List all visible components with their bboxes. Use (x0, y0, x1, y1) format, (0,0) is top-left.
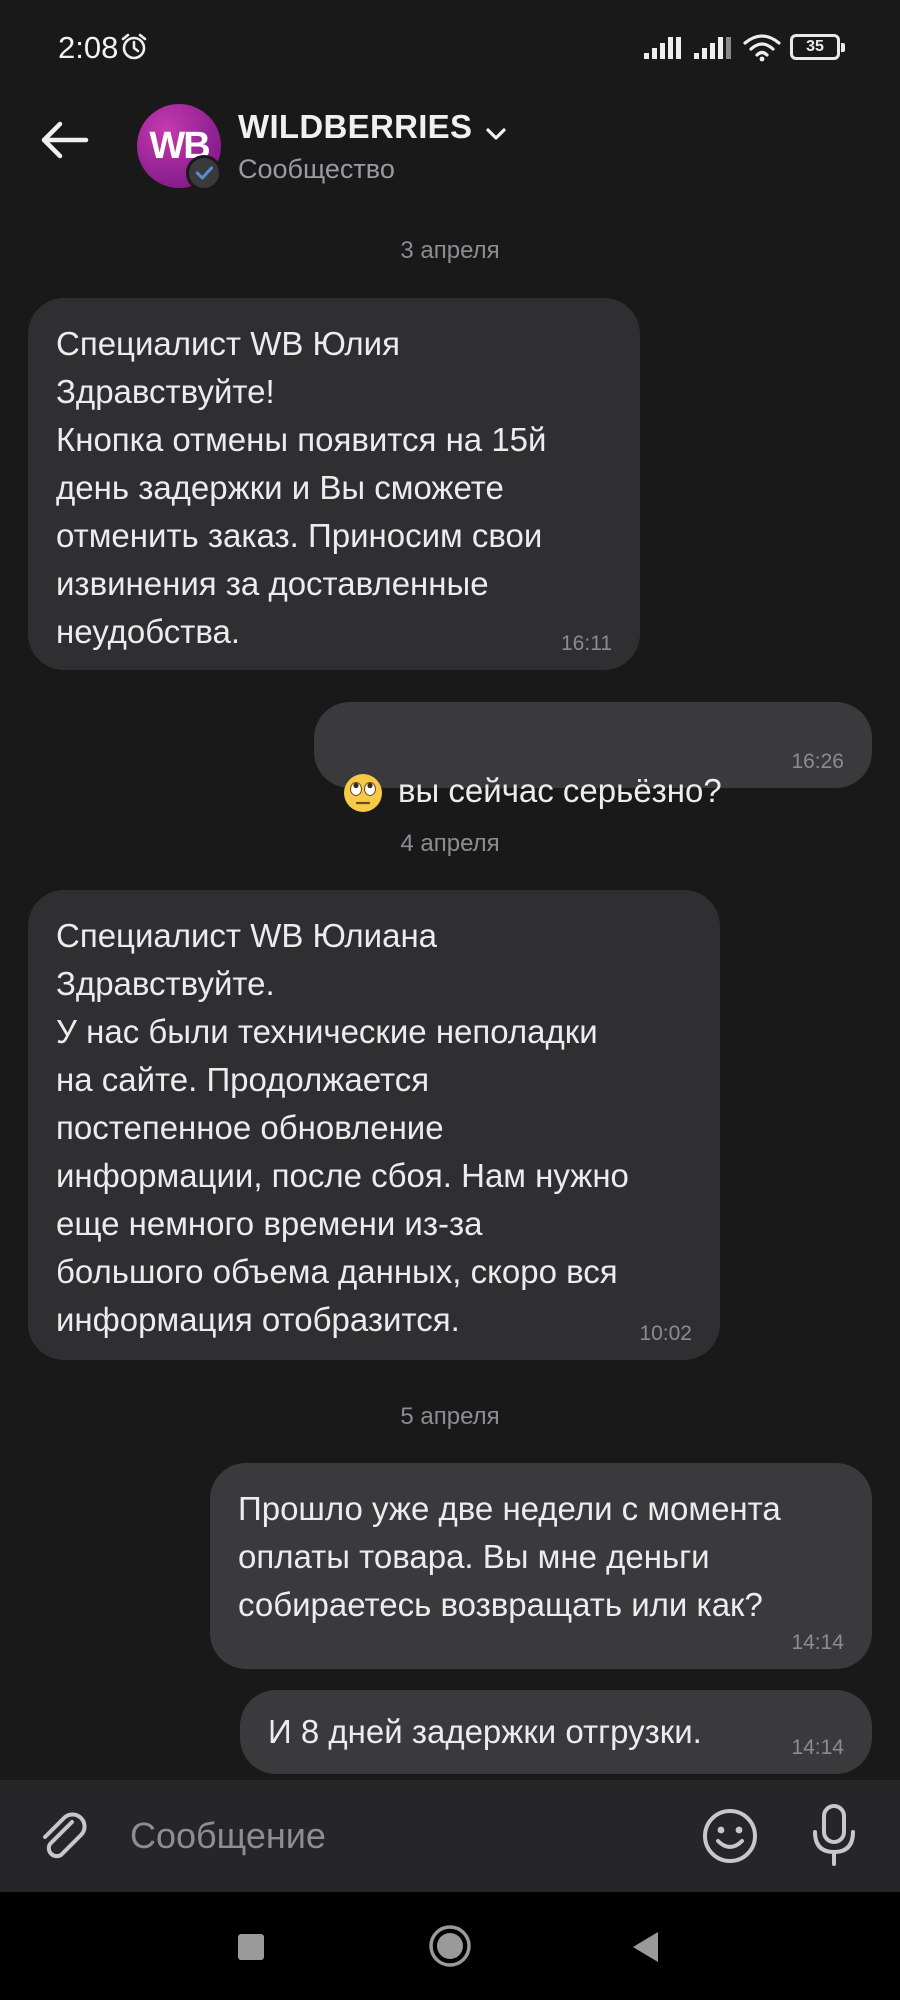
message-text: Специалист WB Юлиана Здравствуйте. У нас… (56, 917, 629, 1338)
outgoing-message[interactable]: И 8 дней задержки отгрузки. 14:14 (240, 1690, 872, 1774)
wifi-icon (743, 34, 781, 62)
chat-title: WILDBERRIES (238, 108, 473, 145)
home-button[interactable] (428, 1924, 472, 1968)
message-text: вы сейчас серьёзно? (398, 772, 722, 809)
signal-icon (644, 37, 681, 59)
message-time: 14:14 (791, 1631, 844, 1654)
message-text: Прошло уже две недели с момента оплаты т… (238, 1490, 781, 1623)
microphone-icon[interactable] (808, 1802, 860, 1868)
message-input[interactable] (130, 1808, 670, 1864)
message-time: 16:11 (561, 632, 612, 655)
status-bar: 2:08 35 (0, 0, 900, 100)
date-separator: 5 апреля (400, 1403, 500, 1430)
message-text: Специалист WB Юлия Здравствуйте! Кнопка … (56, 325, 547, 650)
paperclip-icon[interactable] (36, 1808, 90, 1864)
incoming-message[interactable]: Специалист WB Юлия Здравствуйте! Кнопка … (28, 298, 640, 670)
system-nav-bar (0, 1892, 900, 2000)
verified-badge-icon (186, 155, 222, 191)
message-text: И 8 дней задержки отгрузки. (268, 1713, 702, 1750)
alarm-icon (121, 33, 147, 60)
message-time: 10:02 (639, 1322, 692, 1345)
chat-title-block[interactable]: WILDBERRIES Сообщество (238, 108, 507, 185)
date-separator: 4 апреля (400, 830, 500, 857)
battery-icon: 35 (790, 34, 845, 60)
outgoing-message[interactable]: Прошло уже две недели с момента оплаты т… (210, 1463, 872, 1669)
chevron-down-icon (486, 128, 506, 140)
rolling-eyes-emoji-icon (344, 774, 382, 813)
message-composer (0, 1780, 900, 1892)
back-arrow-icon[interactable] (36, 116, 92, 164)
emoji-smile-icon[interactable] (700, 1806, 760, 1866)
date-separator: 3 апреля (400, 237, 500, 264)
nav-back-button[interactable] (630, 1930, 660, 1964)
outgoing-message[interactable]: вы сейчас серьёзно? 16:26 (314, 702, 872, 813)
recents-button[interactable] (238, 1934, 264, 1960)
signal-icon (694, 37, 731, 59)
message-time: 16:26 (791, 750, 844, 773)
incoming-message[interactable]: Специалист WB Юлиана Здравствуйте. У нас… (28, 890, 720, 1360)
status-time: 2:08 (58, 30, 119, 65)
message-time: 14:14 (791, 1736, 844, 1759)
chat-subtitle: Сообщество (238, 154, 395, 184)
